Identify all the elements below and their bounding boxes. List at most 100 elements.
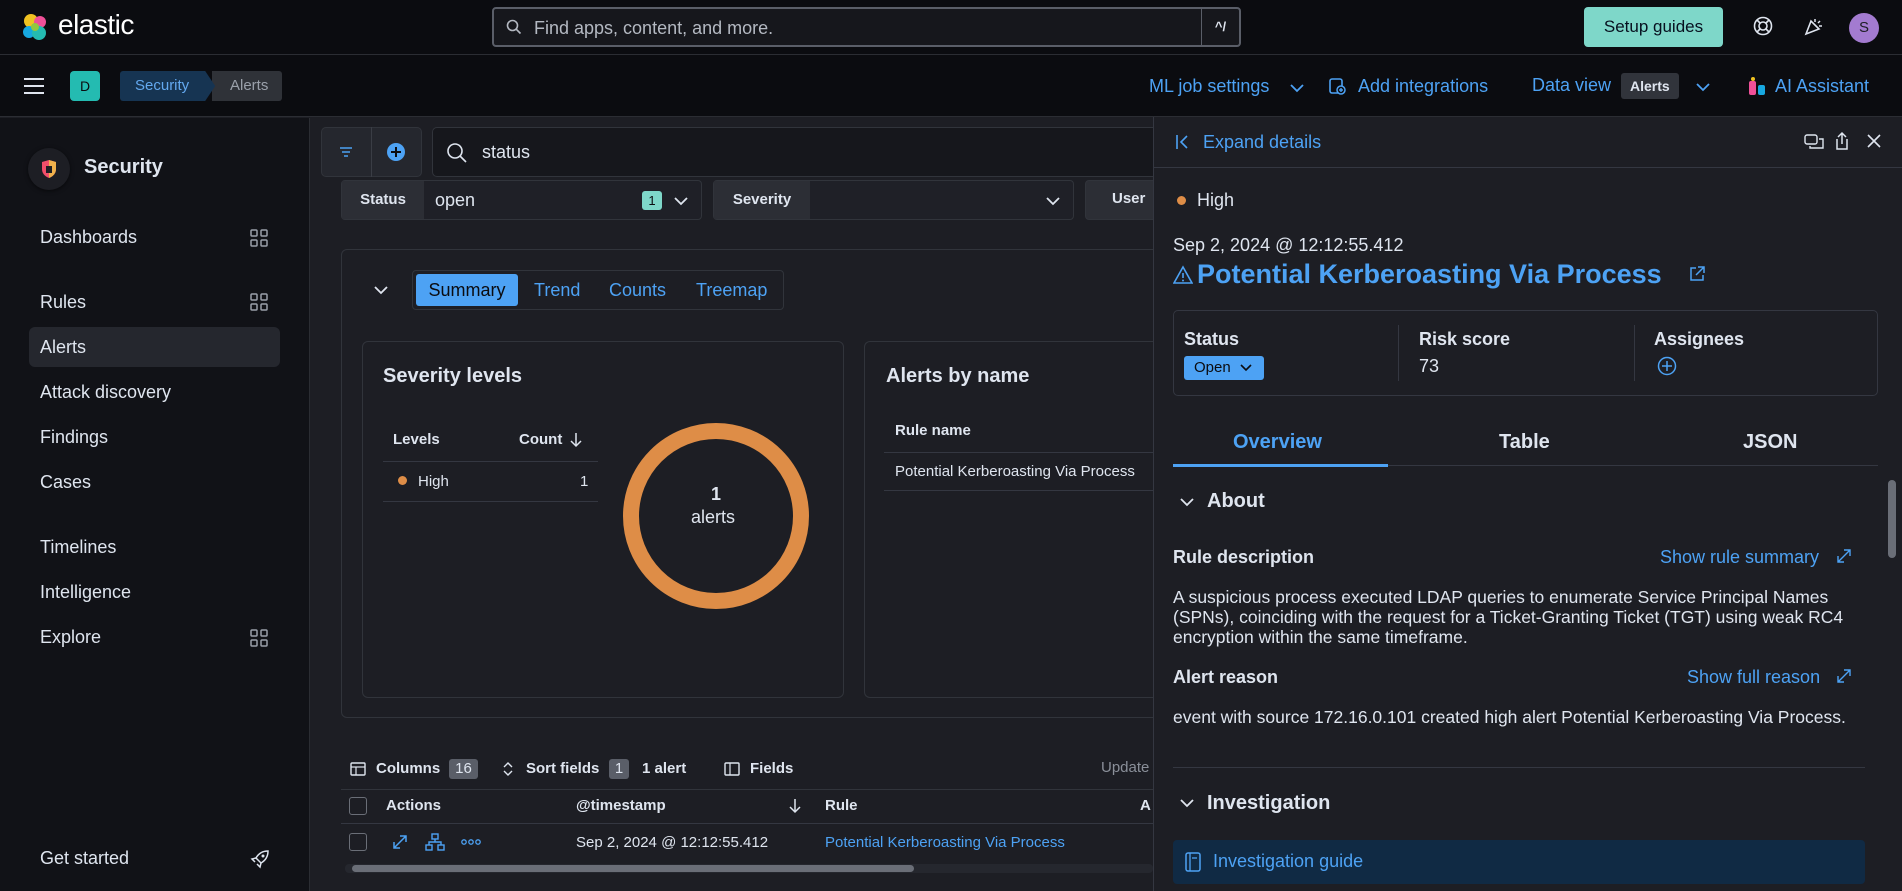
expand-details-button[interactable]: Expand details [1203,132,1321,153]
data-view-selector[interactable]: Alerts [1621,73,1679,99]
search-placeholder: Find apps, content, and more. [534,18,774,38]
severity-level-high[interactable]: High [418,473,449,490]
more-actions-icon[interactable] [461,838,481,846]
show-rule-summary-link[interactable]: Show rule summary [1660,547,1819,568]
expand-icon[interactable] [1835,667,1853,685]
tab-summary[interactable]: Summary [416,274,518,306]
ai-assistant-button[interactable]: AI Assistant [1775,76,1869,97]
sidebar-item-findings[interactable]: Findings [40,427,108,448]
tab-counts[interactable]: Counts [609,280,666,301]
apps-grid-icon[interactable] [250,293,268,311]
select-all-checkbox[interactable] [349,797,367,815]
divider [884,452,1154,453]
alert-reason-label: Alert reason [1173,667,1279,687]
header-timestamp[interactable]: @timestamp [576,797,666,814]
sidebar-item-intelligence[interactable]: Intelligence [40,582,131,603]
fields-button[interactable]: Fields [750,760,793,777]
sidebar-item-explore[interactable]: Explore [40,627,101,648]
status-badge[interactable]: Open [1184,356,1264,380]
breadcrumb-security[interactable]: Security [120,71,215,101]
tab-table[interactable]: Table [1499,431,1550,454]
rule-description-text: A suspicious process executed LDAP queri… [1173,587,1844,647]
sidebar-item-timelines[interactable]: Timelines [40,537,116,558]
chevron-down-icon[interactable] [1178,493,1196,511]
sidebar-item-dashboards[interactable]: Dashboards [40,227,137,248]
apps-grid-icon[interactable] [250,229,268,247]
apps-grid-icon[interactable] [250,629,268,647]
add-filter-icon[interactable] [386,142,406,162]
sort-fields-button[interactable]: Sort fields [526,760,599,777]
tab-trend[interactable]: Trend [534,280,580,301]
filter-icon[interactable] [337,144,355,160]
global-search-input[interactable]: Find apps, content, and more. ^/ [492,7,1241,47]
sidebar-get-started[interactable]: Get started [40,848,129,869]
chat-icon[interactable] [1804,133,1824,151]
flyout-scrollbar[interactable] [1888,480,1896,558]
app-name: elastic [58,9,134,40]
rocket-icon [250,850,269,869]
user-filter-label: User [1112,190,1146,207]
search-shortcut: ^/ [1201,9,1239,45]
expand-left-icon[interactable] [1175,133,1191,151]
expand-icon[interactable] [391,833,409,851]
add-assignee-icon[interactable] [1657,356,1677,376]
sort-down-icon[interactable] [788,798,802,814]
alerts-by-name-panel [864,341,1164,698]
alerts-by-name-row[interactable]: Potential Kerberoasting Via Process [895,463,1135,480]
risk-score-label: Risk score [1419,329,1511,349]
top-header: elastic Find apps, content, and more. ^/… [0,0,1902,55]
row-rule-link[interactable]: Potential Kerberoasting Via Process [825,834,1065,851]
sub-header: D [0,55,1902,117]
breadcrumb-alerts: Alerts [212,71,283,101]
ml-job-settings-label: ML job settings [1149,76,1270,96]
sidebar-item-rules[interactable]: Rules [40,292,86,313]
chevron-down-icon [674,197,688,206]
sidebar-item-attack-discovery[interactable]: Attack discovery [40,382,171,403]
user-avatar[interactable]: S [1849,13,1879,43]
about-section-title[interactable]: About [1207,490,1265,513]
tab-json[interactable]: JSON [1743,431,1797,454]
close-icon[interactable] [1867,134,1881,148]
show-full-reason-link[interactable]: Show full reason [1687,667,1820,688]
expand-icon[interactable] [1835,547,1853,565]
space-avatar[interactable]: D [70,71,100,101]
status-filter[interactable]: Status open 1 [341,180,702,220]
kql-query-input[interactable]: status [432,127,1162,177]
sort-down-icon[interactable] [569,432,583,448]
elastic-logo-icon[interactable] [20,12,50,42]
sidebar-item-alerts[interactable]: Alerts [40,337,86,358]
help-icon[interactable] [1752,15,1774,37]
external-link-icon[interactable] [1688,265,1706,283]
query-text: status [482,142,531,162]
header-assignees[interactable]: A [1140,797,1151,814]
news-feed-icon[interactable] [1803,15,1825,37]
chevron-down-icon[interactable] [1178,794,1196,812]
sort-icon [503,762,513,776]
columns-button[interactable]: Columns [376,760,440,777]
analyzer-graph-icon[interactable] [425,833,445,851]
scrollbar-thumb[interactable] [352,865,914,872]
setup-guides-button[interactable]: Setup guides [1584,7,1723,47]
share-icon[interactable] [1834,131,1850,151]
row-checkbox[interactable] [349,833,367,851]
col-count[interactable]: Count [519,431,562,448]
donut-label: alerts [691,507,736,527]
ml-job-settings-button[interactable]: ML job settings [1149,76,1269,97]
header-rule[interactable]: Rule [825,797,858,814]
flyout-rule-title[interactable]: Potential Kerberoasting Via Process [1197,259,1662,290]
investigation-section-title[interactable]: Investigation [1207,792,1330,815]
columns-icon [350,762,366,776]
add-integrations-button[interactable]: Add integrations [1358,76,1488,97]
menu-icon[interactable] [23,77,45,95]
chevron-down-icon[interactable] [372,281,390,299]
alert-details-flyout [1153,117,1902,891]
rule-description-label: Rule description [1173,547,1315,567]
chevron-down-icon[interactable] [1695,79,1711,95]
divider [383,501,598,502]
active-tab-indicator [1173,464,1388,467]
investigation-guide-button[interactable]: Investigation guide [1173,840,1865,884]
sidebar-item-cases[interactable]: Cases [40,472,91,493]
severity-filter[interactable]: Severity [713,180,1074,220]
tab-overview[interactable]: Overview [1233,431,1322,454]
tab-treemap[interactable]: Treemap [696,280,767,301]
